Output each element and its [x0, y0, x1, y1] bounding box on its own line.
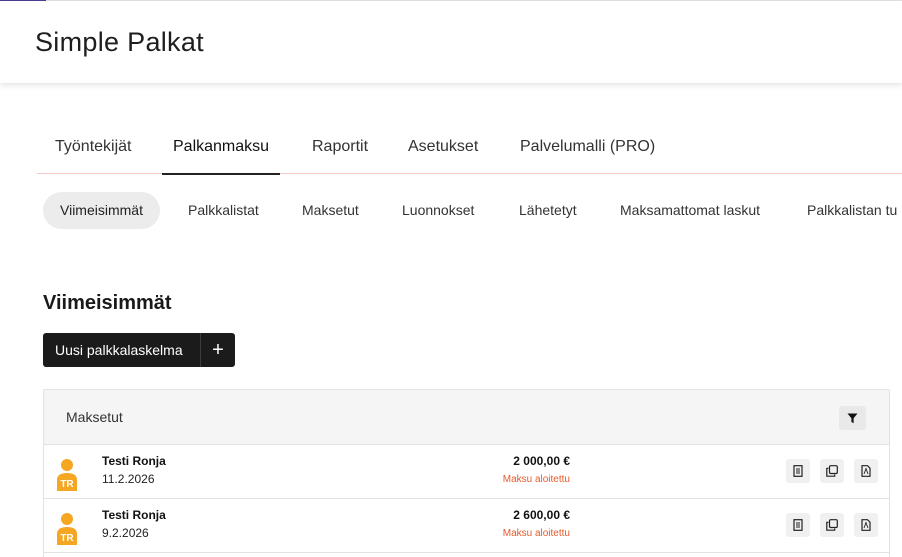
avatar-icon: TR: [57, 459, 77, 491]
document-icon: [793, 465, 803, 477]
copy-icon: [826, 519, 838, 531]
payment-status: Maksu aloitettu: [502, 528, 570, 539]
pdf-button[interactable]: [854, 513, 878, 537]
subtab-maksetut[interactable]: Maksetut: [302, 192, 359, 229]
subtab-viimeisimmat[interactable]: Viimeisimmät: [43, 192, 160, 229]
copy-icon: [826, 465, 838, 477]
active-tab-underline: [162, 173, 281, 175]
avatar-icon: TR: [57, 513, 77, 545]
tab-palkanmaksu[interactable]: Palkanmaksu: [162, 138, 281, 175]
pdf-button[interactable]: [854, 459, 878, 483]
payment-status: Maksu aloitettu: [502, 474, 570, 485]
app-header: Simple Palkat: [0, 1, 902, 83]
main-tabs: Työntekijät Palkanmaksu Raportit Asetuks…: [37, 128, 902, 175]
subtab-palkkalistat[interactable]: Palkkalistat: [188, 192, 259, 229]
subtab-luonnokset[interactable]: Luonnokset: [402, 192, 474, 229]
panel-title: Maksetut: [66, 409, 123, 425]
new-payslip-button[interactable]: Uusi palkkalaskelma +: [43, 333, 235, 367]
document-button[interactable]: [786, 513, 810, 537]
pdf-icon: [861, 465, 871, 477]
plus-icon: +: [212, 339, 224, 361]
sub-tabs: Viimeisimmät Palkkalistat Maksetut Luonn…: [43, 192, 902, 229]
employee-name: Testi Ronja: [102, 508, 166, 522]
table-row[interactable]: TR Testi Ronja 11.2.2026 2 000,00 € Maks…: [44, 445, 889, 499]
payment-date: 9.2.2026: [102, 526, 149, 540]
tab-palkanmaksu-label: Palkanmaksu: [173, 138, 270, 155]
filter-button[interactable]: [839, 406, 866, 430]
tab-asetukset[interactable]: Asetukset: [408, 138, 478, 174]
subtab-lahetetyt[interactable]: Lähetetyt: [519, 192, 577, 229]
document-icon: [793, 519, 803, 531]
new-payslip-label: Uusi palkkalaskelma: [55, 342, 183, 358]
app-title: Simple Palkat: [35, 27, 204, 57]
tab-tyontekijat[interactable]: Työntekijät: [55, 138, 131, 174]
employee-name: Testi Ronja: [102, 454, 166, 468]
avatar-initials: TR: [60, 479, 74, 490]
subtab-maksamattomat-laskut[interactable]: Maksamattomat laskut: [620, 192, 760, 229]
tab-raportit[interactable]: Raportit: [312, 138, 368, 174]
payment-date: 11.2.2026: [102, 472, 155, 486]
subtab-palkkalistan[interactable]: Palkkalistan tu: [807, 192, 897, 229]
copy-button[interactable]: [820, 459, 844, 483]
section-title: Viimeisimmät: [43, 292, 172, 314]
document-button[interactable]: [786, 459, 810, 483]
table-row[interactable]: TR Testi Ronja 9.2.2026 2 600,00 € Maksu…: [44, 499, 889, 553]
tab-palvelumalli[interactable]: Palvelumalli (PRO): [520, 138, 655, 174]
pdf-icon: [861, 519, 871, 531]
payment-amount: 2 000,00 €: [513, 454, 570, 468]
filter-icon: [847, 413, 858, 423]
copy-button[interactable]: [820, 513, 844, 537]
avatar-initials: TR: [60, 533, 74, 544]
payments-panel: Maksetut TR Testi Ronja 11.2.2026 2 000,…: [43, 389, 890, 557]
payment-amount: 2 600,00 €: [513, 508, 570, 522]
panel-header: Maksetut: [44, 390, 889, 445]
